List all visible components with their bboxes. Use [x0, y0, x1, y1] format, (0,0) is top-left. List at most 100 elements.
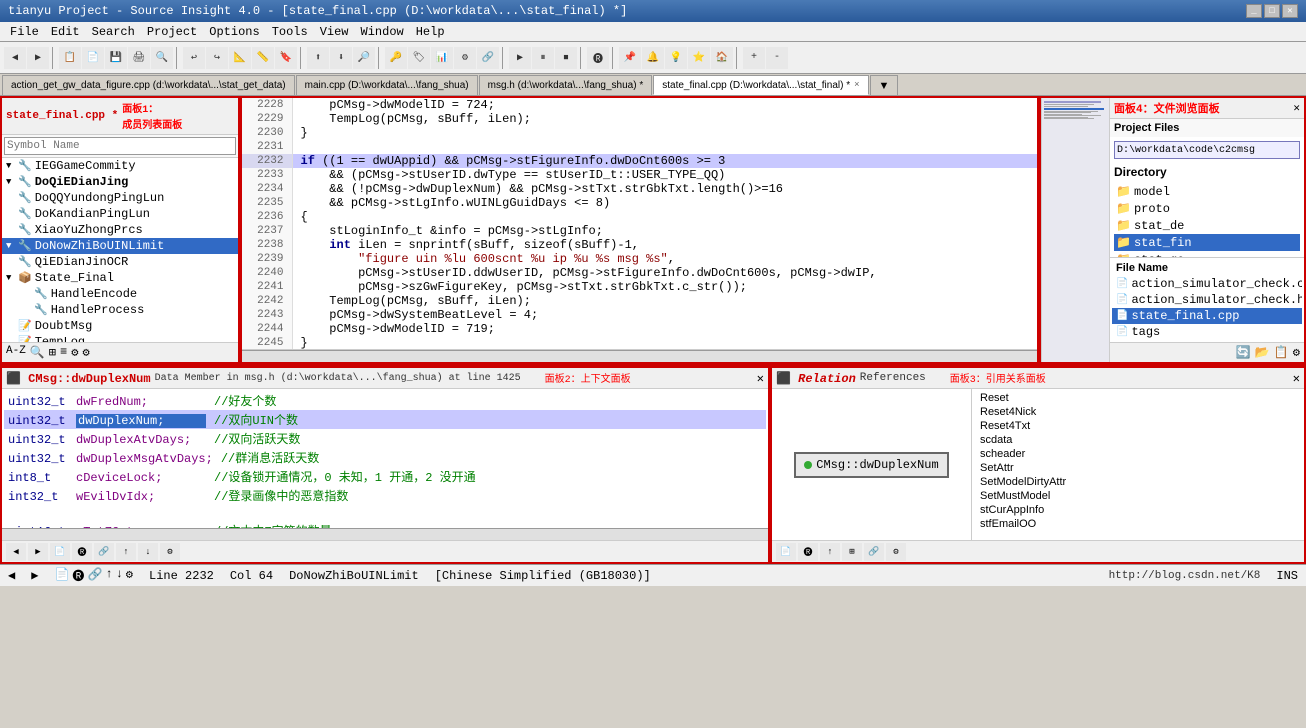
tree-item-handleencode[interactable]: 🔧 HandleEncode — [2, 286, 238, 302]
tb12[interactable]: ⬇ — [330, 47, 352, 69]
h-scrollbar[interactable] — [242, 350, 1037, 362]
dir-model[interactable]: 📁 model — [1114, 183, 1300, 200]
menu-file[interactable]: File — [4, 22, 45, 41]
tb21[interactable]: ⏹ — [555, 47, 577, 69]
gear-icon[interactable]: ⚙ — [82, 345, 89, 360]
rel-reset4txt[interactable]: Reset4Txt — [976, 419, 1300, 433]
s3[interactable]: 🔗 — [87, 567, 102, 584]
fp3[interactable]: 📋 — [1274, 345, 1289, 360]
bt-fwd[interactable]: ▶ — [28, 543, 48, 561]
bt-1[interactable]: 📄 — [50, 543, 70, 561]
file-action-sim-c[interactable]: 📄 action_simulator_check.c — [1112, 276, 1302, 292]
tree-item-qiedian[interactable]: 🔧 QiEDianJinOCR — [2, 254, 238, 270]
tb25[interactable]: 💡 — [665, 47, 687, 69]
tab-add[interactable]: ▼ — [870, 75, 899, 95]
menu-search[interactable]: Search — [86, 22, 141, 41]
rel-stcurappinfo[interactable]: stCurAppInfo — [976, 503, 1300, 517]
tb26[interactable]: ⭐ — [688, 47, 710, 69]
bt-4[interactable]: ↑ — [116, 543, 136, 561]
tb14[interactable]: 🔑 — [385, 47, 407, 69]
s4[interactable]: ↑ — [105, 567, 112, 584]
settings-icon[interactable]: ⚙ — [71, 345, 78, 360]
tree-item-statefinal[interactable]: ▼ 📦 State_Final — [2, 270, 238, 286]
path-input[interactable] — [1114, 141, 1300, 159]
tb8[interactable]: 📐 — [229, 47, 251, 69]
bottom-code[interactable]: uint32_t dwFredNum; //好友个数 uint32_t dwDu… — [2, 389, 768, 528]
tb10[interactable]: 🔖 — [275, 47, 297, 69]
menu-view[interactable]: View — [314, 22, 355, 41]
rel-scdata[interactable]: scdata — [976, 433, 1300, 447]
tb29[interactable]: - — [766, 47, 788, 69]
menu-window[interactable]: Window — [355, 22, 410, 41]
grid-icon[interactable]: ⊞ — [49, 345, 56, 360]
rel-setattr[interactable]: SetAttr — [976, 461, 1300, 475]
tab-0[interactable]: action_get_gw_data_figure.cpp (d:\workda… — [2, 75, 295, 95]
list-icon[interactable]: ≡ — [60, 345, 67, 360]
bl-close[interactable]: ✕ — [757, 371, 764, 386]
window-controls[interactable]: _ □ ✕ — [1246, 4, 1298, 18]
bt-3[interactable]: 🔗 — [94, 543, 114, 561]
tb17[interactable]: ⚙ — [454, 47, 476, 69]
rel-scheader[interactable]: scheader — [976, 447, 1300, 461]
s5[interactable]: ↓ — [116, 567, 123, 584]
tb28[interactable]: + — [743, 47, 765, 69]
tb1[interactable]: 📋 — [59, 47, 81, 69]
tab-3[interactable]: state_final.cpp (D:\workdata\...\stat_fi… — [653, 75, 868, 95]
tb22[interactable]: 🅡 — [587, 47, 609, 69]
menu-tools[interactable]: Tools — [266, 22, 314, 41]
symbol-search[interactable] — [4, 137, 236, 155]
br-bt-5[interactable]: 🔗 — [864, 543, 884, 561]
fp1[interactable]: 🔄 — [1236, 345, 1251, 360]
s1[interactable]: 📄 — [54, 567, 69, 584]
br-close[interactable]: ✕ — [1293, 371, 1300, 386]
tab-2[interactable]: msg.h (d:\workdata\...\fang_shua) * — [479, 75, 653, 95]
br-bt-4[interactable]: ⊞ — [842, 543, 862, 561]
menu-help[interactable]: Help — [410, 22, 451, 41]
rel-stfemailoo[interactable]: stfEmailOO — [976, 517, 1300, 531]
az-button[interactable]: A-Z — [6, 345, 26, 360]
tb9[interactable]: 📏 — [252, 47, 274, 69]
bt-6[interactable]: ⚙ — [160, 543, 180, 561]
bt-2[interactable]: 🅡 — [72, 543, 92, 561]
close-button[interactable]: ✕ — [1282, 4, 1298, 18]
tb16[interactable]: 📊 — [431, 47, 453, 69]
tb20[interactable]: ⏸ — [532, 47, 554, 69]
s6[interactable]: ⚙ — [126, 567, 133, 584]
tree-item-diqiedianjing[interactable]: ▼ 🔧 DoQiEDianJing — [2, 174, 238, 190]
tb15[interactable]: 🏷 — [408, 47, 430, 69]
menu-project[interactable]: Project — [141, 22, 203, 41]
tree-item-handleprocess[interactable]: 🔧 HandleProcess — [2, 302, 238, 318]
tree-item-doubtmsg[interactable]: 📝 DoubtMsg — [2, 318, 238, 334]
status-nav-fwd[interactable]: ▶ — [31, 568, 38, 583]
tb5[interactable]: 🔍 — [151, 47, 173, 69]
bt-back[interactable]: ◀ — [6, 543, 26, 561]
s2[interactable]: 🅡 — [72, 567, 84, 584]
tree-item-iegcommity[interactable]: ▼ 🔧 IEGGameCommity — [2, 158, 238, 174]
tb19[interactable]: ▶ — [509, 47, 531, 69]
tb11[interactable]: ⬆ — [307, 47, 329, 69]
bt-5[interactable]: ↓ — [138, 543, 158, 561]
bl-h-scrollbar[interactable] — [2, 528, 768, 540]
rel-reset4nick[interactable]: Reset4Nick — [976, 405, 1300, 419]
tb4[interactable]: 🖨 — [128, 47, 150, 69]
br-bt-1[interactable]: 📄 — [776, 543, 796, 561]
tb6[interactable]: ↩ — [183, 47, 205, 69]
dir-proto[interactable]: 📁 proto — [1114, 200, 1300, 217]
rel-setmodeldirtyattr[interactable]: SetModelDirtyAttr — [976, 475, 1300, 489]
file-tags[interactable]: 📄 tags — [1112, 324, 1302, 340]
status-nav-back[interactable]: ◀ — [8, 568, 15, 583]
filter-icon[interactable]: 🔍 — [30, 345, 45, 360]
tb3[interactable]: 💾 — [105, 47, 127, 69]
tree-item-doqq[interactable]: 🔧 DoQQYundongPingLun — [2, 190, 238, 206]
tb7[interactable]: ↪ — [206, 47, 228, 69]
forward-button[interactable]: ▶ — [27, 47, 49, 69]
tb2[interactable]: 📄 — [82, 47, 104, 69]
tab-1[interactable]: main.cpp (D:\workdata\...\fang_shua) — [296, 75, 478, 95]
tb24[interactable]: 🔔 — [642, 47, 664, 69]
dir-statfin[interactable]: 📁 stat_fin — [1114, 234, 1300, 251]
tree-item-xiaoyu[interactable]: 🔧 XiaoYuZhongPrcs — [2, 222, 238, 238]
rel-setmustmodel[interactable]: SetMustModel — [976, 489, 1300, 503]
tree-item-dokandian[interactable]: 🔧 DoKandianPingLun — [2, 206, 238, 222]
file-action-sim-h[interactable]: 📄 action_simulator_check.h — [1112, 292, 1302, 308]
file-state-final[interactable]: 📄 state_final.cpp — [1112, 308, 1302, 324]
